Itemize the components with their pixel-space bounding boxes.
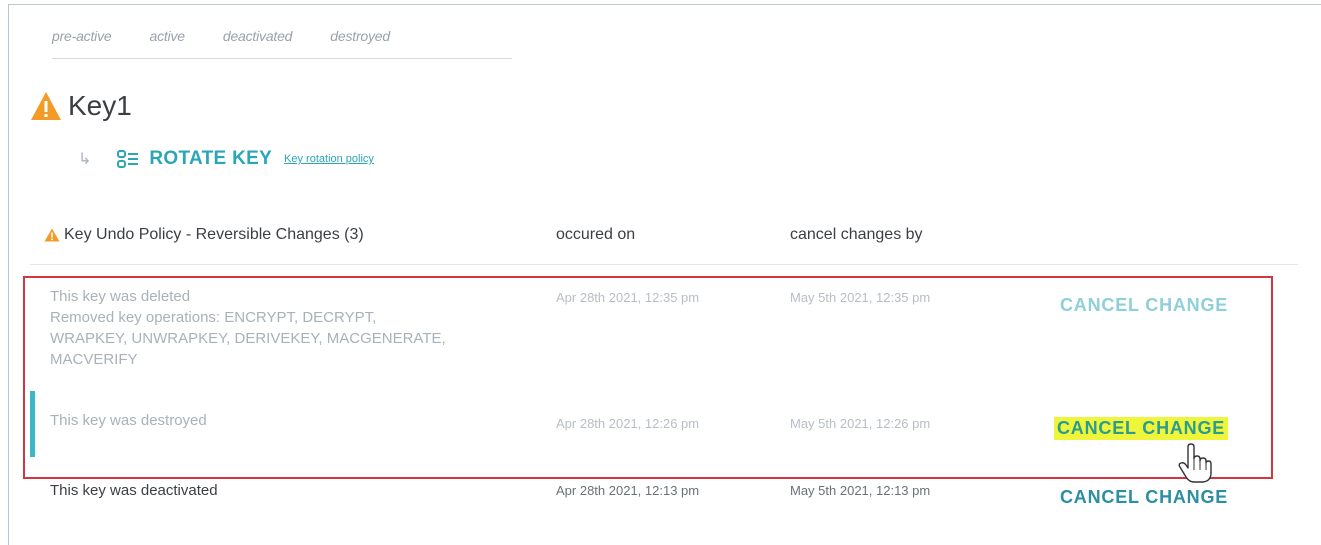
return-arrow-icon: ↳ <box>78 151 92 168</box>
lifecycle-states: pre-active active deactivated destroyed <box>52 28 512 59</box>
rotate-key-row: ↳ ROTATE KEY Key rotation policy <box>78 146 374 172</box>
state-active[interactable]: active <box>149 28 185 58</box>
key-name: Key1 <box>68 90 132 121</box>
header-divider <box>30 264 1298 265</box>
occurred-date: Apr 28th 2021, 12:13 pm <box>556 483 700 498</box>
hand-pointer-icon <box>1178 443 1212 483</box>
occurred-on-header: occured on <box>556 226 636 243</box>
cancel-by-header: cancel changes by <box>790 226 923 243</box>
policy-header-label: Key Undo Policy - Reversible Changes (3) <box>64 226 364 243</box>
change-title: This key was deactivated <box>50 482 218 499</box>
state-deactivated[interactable]: deactivated <box>223 28 293 58</box>
cancel-by-date: May 5th 2021, 12:13 pm <box>790 483 931 498</box>
key-title: Key1 <box>30 86 132 126</box>
warning-triangle-icon <box>31 92 61 120</box>
key-rotation-policy-link[interactable]: Key rotation policy <box>284 153 374 165</box>
policy-header: Key Undo Policy - Reversible Changes (3) <box>44 226 364 244</box>
annotation-highlight-box <box>23 276 1273 479</box>
state-pre-active[interactable]: pre-active <box>52 28 112 58</box>
state-destroyed[interactable]: destroyed <box>330 28 390 58</box>
warning-triangle-icon <box>44 228 60 242</box>
table-row-description: This key was deactivated <box>50 480 218 501</box>
rotate-key-icon <box>117 150 139 168</box>
cancel-change-button[interactable]: CANCEL CHANGE <box>1060 487 1228 508</box>
rotate-key-button[interactable]: ROTATE KEY <box>149 148 272 170</box>
